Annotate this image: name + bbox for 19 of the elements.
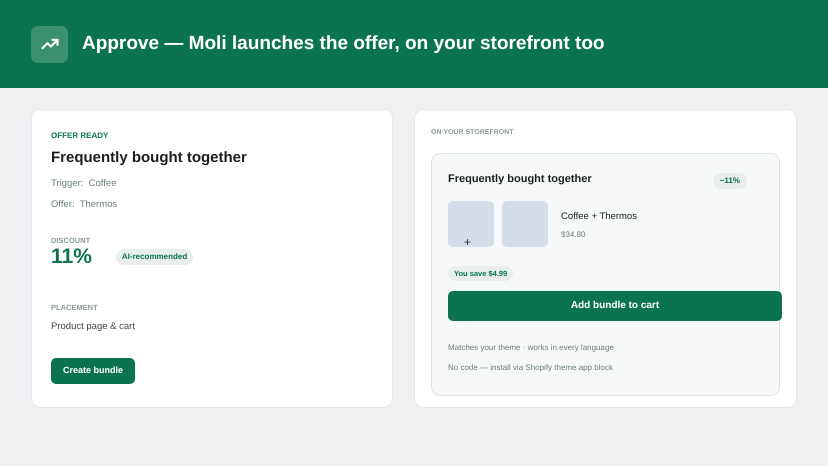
- recommendation-badge: AI-recommended: [116, 248, 194, 265]
- note-text: No code — install via Shopify theme app block: [448, 362, 614, 374]
- add-to-cart-button[interactable]: Add bundle to cart: [448, 290, 782, 321]
- offer-detail: Offer: Thermos: [51, 198, 118, 212]
- placement-value: Product page & cart: [51, 320, 136, 334]
- note-text: Matches your theme · works in every language: [448, 342, 615, 354]
- discount-badge: −11%: [712, 172, 747, 188]
- page-title: Approve — Moli launches the offer, on your storefront too: [82, 32, 605, 56]
- product-image: [502, 200, 548, 246]
- widget-title: Frequently bought together: [448, 172, 592, 187]
- offer-detail: Trigger: Coffee: [51, 176, 118, 190]
- eyebrow-label: OFFER READY: [51, 130, 110, 142]
- create-bundle-button[interactable]: Create bundle: [51, 358, 136, 384]
- product-name: Coffee + Thermos: [561, 210, 637, 224]
- plus-sign: +: [464, 236, 472, 248]
- product-price: $34.80: [561, 228, 586, 241]
- discount-value: 11%: [51, 246, 92, 268]
- offer-title: Frequently bought together: [51, 148, 248, 168]
- trend-icon: [31, 26, 68, 62]
